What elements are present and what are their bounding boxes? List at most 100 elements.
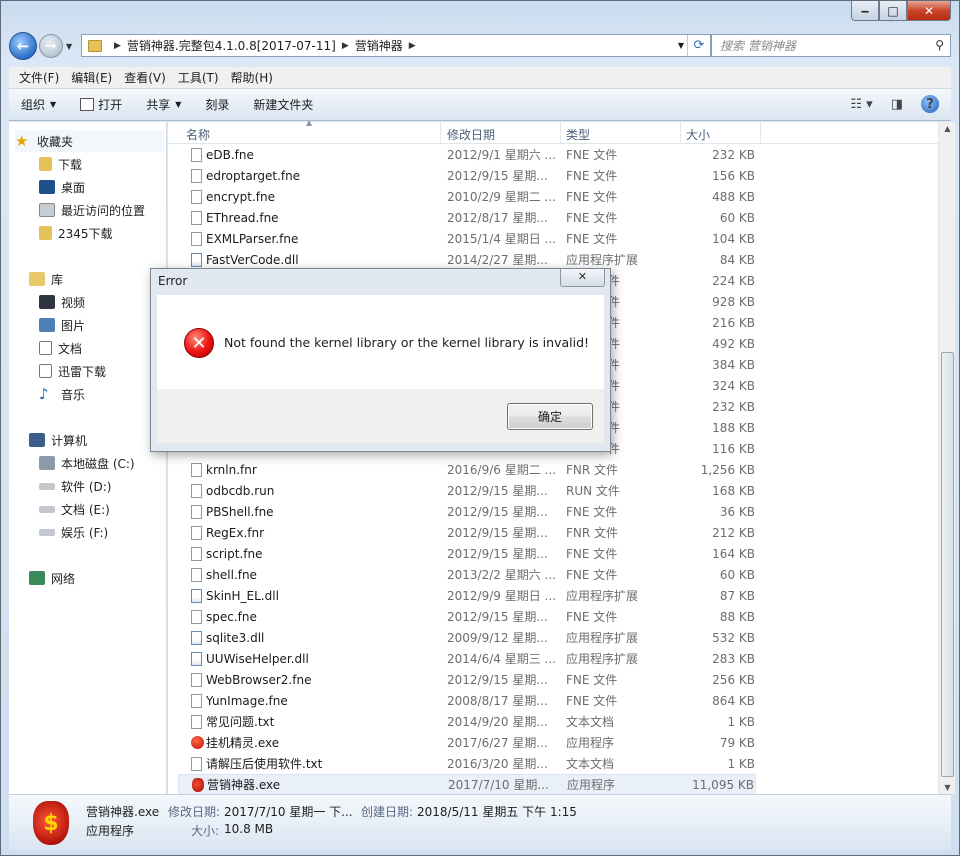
sidebar-item-label: 文档 (E:) <box>61 502 110 517</box>
sidebar-item-drive-c[interactable]: 本地磁盘 (C:) <box>39 452 135 474</box>
sidebar-item-videos[interactable]: 视频 <box>39 291 85 313</box>
minimize-button[interactable]: ‒ <box>851 1 879 21</box>
scrollbar-thumb[interactable] <box>941 352 954 777</box>
file-type: 应用程序 <box>566 736 615 750</box>
maximize-button[interactable]: □ <box>879 1 907 21</box>
table-row[interactable]: 营销神器.exe 2017/7/10 星期... 应用程序 11,095 KB <box>178 774 756 795</box>
search-icon[interactable]: ⚲ <box>935 38 944 52</box>
menu-help[interactable]: 帮助(H) <box>225 69 279 86</box>
breadcrumb-arrow-icon[interactable]: ▶ <box>409 41 416 51</box>
close-button[interactable]: ✕ <box>907 1 951 21</box>
file-size: 256 KB <box>712 672 755 687</box>
sidebar-item-xunlei[interactable]: 迅雷下载 <box>39 360 106 382</box>
ok-button[interactable]: 确定 <box>507 403 593 430</box>
new-folder-button[interactable]: 新建文件夹 <box>253 96 313 113</box>
file-name: 挂机精灵.exe <box>206 736 280 750</box>
sidebar-item-computer[interactable]: 计算机 <box>29 429 87 451</box>
table-row[interactable]: 请解压后使用软件.txt 2016/3/20 星期... 文本文档 1 KB <box>178 753 756 774</box>
sidebar-item-music[interactable]: ♪ 音乐 <box>39 383 85 405</box>
table-row[interactable]: EXMLParser.fne 2015/1/4 星期日 ... FNE 文件 104 … <box>178 228 756 249</box>
file-date: 2012/9/15 星期... <box>447 526 548 540</box>
column-divider[interactable] <box>560 122 561 144</box>
column-divider[interactable] <box>680 122 681 144</box>
sidebar-item-drive-d[interactable]: 软件 (D:) <box>39 475 111 497</box>
table-row[interactable]: eDB.fne 2012/9/1 星期六 ... FNE 文件 232 KB <box>178 144 756 165</box>
organize-button[interactable]: 组织 ▼ <box>21 96 56 113</box>
table-row[interactable]: FastVerCode.dll 2014/2/27 星期... 应用程序扩展 84 K… <box>178 249 756 270</box>
sidebar-item-label: 最近访问的位置 <box>61 203 146 218</box>
recent-pages-dropdown[interactable]: ▼ <box>66 42 72 51</box>
open-button[interactable]: 打开 <box>80 96 122 113</box>
table-row[interactable]: edroptarget.fne 2012/9/15 星期... FNE 文件 156 … <box>178 165 756 186</box>
forward-button[interactable]: → <box>39 34 63 58</box>
address-bar[interactable]: ▶ 营销神器.完整包4.1.0.8[2017-07-11] ▶ 营销神器 ▶ ▼… <box>81 34 711 57</box>
table-row[interactable]: PBShell.fne 2012/9/15 星期... FNE 文件 36 KB <box>178 501 756 522</box>
table-row[interactable]: 常见问题.txt 2014/9/20 星期... 文本文档 1 KB <box>178 711 756 732</box>
menu-view[interactable]: 查看(V) <box>118 69 172 86</box>
table-row[interactable]: encrypt.fne 2010/2/9 星期二 ... FNE 文件 488 KB <box>178 186 756 207</box>
dialog-close-button[interactable]: ✕ <box>560 269 605 287</box>
column-size[interactable]: 大小 <box>686 126 710 142</box>
column-name[interactable]: 名称 <box>186 126 210 142</box>
file-name: 请解压后使用软件.txt <box>206 757 323 771</box>
help-icon[interactable]: ? <box>921 95 939 113</box>
column-divider[interactable] <box>440 122 441 144</box>
navigation-bar: ← → ▼ ▶ 营销神器.完整包4.1.0.8[2017-07-11] ▶ 营销… <box>9 29 951 63</box>
file-type: 应用程序 <box>567 778 616 792</box>
file-type: 应用程序扩展 <box>566 589 639 603</box>
share-button[interactable]: 共享 ▼ <box>146 96 181 113</box>
scroll-down-arrow-icon[interactable]: ▼ <box>939 783 956 792</box>
column-type[interactable]: 类型 <box>566 126 590 142</box>
table-row[interactable]: shell.fne 2013/2/2 星期六 ... FNE 文件 60 KB <box>178 564 756 585</box>
sidebar-item-favorites[interactable]: ★ 收藏夹 <box>15 130 165 152</box>
file-date: 2012/9/1 星期六 ... <box>447 148 556 162</box>
table-row[interactable]: 挂机精灵.exe 2017/6/27 星期... 应用程序 79 KB <box>178 732 756 753</box>
file-size: 1,256 KB <box>700 462 755 477</box>
column-date[interactable]: 修改日期 <box>447 126 495 142</box>
sidebar-item-2345[interactable]: 2345下载 <box>39 222 113 244</box>
sidebar-item-pictures[interactable]: 图片 <box>39 314 85 336</box>
table-row[interactable]: script.fne 2012/9/15 星期... FNE 文件 164 KB <box>178 543 756 564</box>
table-row[interactable]: EThread.fne 2012/8/17 星期... FNE 文件 60 KB <box>178 207 756 228</box>
file-icon <box>191 693 202 708</box>
table-row[interactable]: UUWiseHelper.dll 2014/6/4 星期三 ... 应用程序扩展 28… <box>178 648 756 669</box>
file-type: FNE 文件 <box>566 505 618 519</box>
scroll-up-arrow-icon[interactable]: ▲ <box>939 124 956 133</box>
table-row[interactable]: SkinH_EL.dll 2012/9/9 星期日 ... 应用程序扩展 87 KB <box>178 585 756 606</box>
table-row[interactable]: RegEx.fnr 2012/9/15 星期... FNR 文件 212 KB <box>178 522 756 543</box>
burn-button[interactable]: 刻录 <box>205 96 229 113</box>
sidebar-item-downloads[interactable]: 下载 <box>39 153 82 175</box>
breadcrumb-item[interactable]: 营销神器 <box>355 37 403 54</box>
table-row[interactable]: odbcdb.run 2012/9/15 星期... RUN 文件 168 KB <box>178 480 756 501</box>
menu-file[interactable]: 文件(F) <box>13 69 65 86</box>
breadcrumb-arrow-icon[interactable]: ▶ <box>114 41 121 51</box>
search-input[interactable]: 搜索 营销神器 ⚲ <box>711 34 951 57</box>
command-bar: 组织 ▼ 打开 共享 ▼ 刻录 新建文件夹 ☷ ▾ ◨ ? <box>9 89 951 121</box>
sidebar-item-drive-e[interactable]: 文档 (E:) <box>39 498 110 520</box>
preview-pane-icon[interactable]: ◨ <box>891 97 903 112</box>
menu-tools[interactable]: 工具(T) <box>172 69 225 86</box>
sidebar-item-documents[interactable]: 文档 <box>39 337 82 359</box>
menu-edit[interactable]: 编辑(E) <box>65 69 118 86</box>
table-row[interactable]: krnln.fnr 2016/9/6 星期二 ... FNR 文件 1,256 KB <box>178 459 756 480</box>
sidebar-item-desktop[interactable]: 桌面 <box>39 176 85 198</box>
vertical-scrollbar[interactable]: ▲ ▼ <box>938 122 955 794</box>
table-row[interactable]: spec.fne 2012/9/15 星期... FNE 文件 88 KB <box>178 606 756 627</box>
table-row[interactable]: YunImage.fne 2008/8/17 星期... FNE 文件 864 KB <box>178 690 756 711</box>
refresh-icon[interactable]: ⟳ <box>687 35 710 56</box>
table-row[interactable]: sqlite3.dll 2009/9/12 星期... 应用程序扩展 532 KB <box>178 627 756 648</box>
recent-places-icon <box>39 203 55 217</box>
sidebar-item-library[interactable]: 库 <box>29 268 63 290</box>
sidebar-item-network[interactable]: 网络 <box>29 567 75 589</box>
picture-icon <box>39 318 55 332</box>
sidebar-item-recent[interactable]: 最近访问的位置 <box>39 199 145 221</box>
address-dropdown-icon[interactable]: ▼ <box>678 41 684 50</box>
table-row[interactable]: WebBrowser2.fne 2012/9/15 星期... FNE 文件 256 … <box>178 669 756 690</box>
sidebar-item-drive-f[interactable]: 娱乐 (F:) <box>39 521 108 543</box>
back-button[interactable]: ← <box>9 32 37 60</box>
breadcrumb-item[interactable]: 营销神器.完整包4.1.0.8[2017-07-11] <box>127 37 336 54</box>
video-icon <box>39 295 55 309</box>
breadcrumb-arrow-icon[interactable]: ▶ <box>342 41 349 51</box>
column-divider[interactable] <box>760 122 761 144</box>
view-options-icon[interactable]: ☷ ▾ <box>850 97 872 112</box>
